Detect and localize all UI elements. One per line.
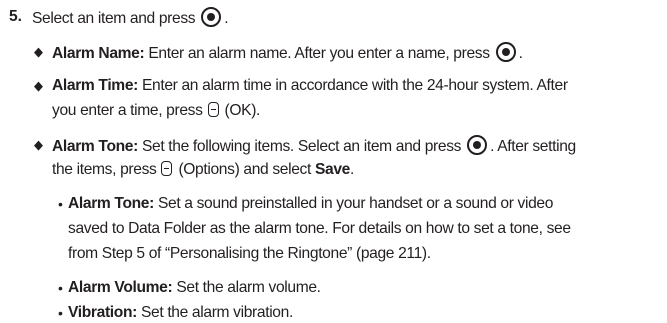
- item-text: Set the following items. Select an item …: [141, 138, 462, 155]
- item-text: (Options) and select: [178, 161, 311, 178]
- subitem-alarm-tone-line3: from Step 5 of “Personalising the Ringto…: [68, 245, 431, 262]
- manual-page: 5. Select an item and press . ◆ Alarm Na…: [0, 0, 667, 323]
- item-label: Alarm Time:: [52, 77, 138, 94]
- subitem-label: Alarm Tone:: [68, 195, 154, 212]
- diamond-bullet-icon: ◆: [34, 137, 43, 152]
- item-text: Enter an alarm name. After you enter a n…: [148, 45, 490, 62]
- subitem-alarm-tone-line2: saved to Data Folder as the alarm tone. …: [68, 220, 571, 237]
- subitem-vibration: Vibration: Set the alarm vibration.: [68, 303, 293, 323]
- sub-bullet-icon: •: [58, 305, 63, 321]
- subitem-text: Set the alarm vibration.: [140, 304, 293, 321]
- soft-key-icon: [161, 161, 173, 176]
- step-number: 5.: [9, 8, 23, 25]
- sub-bullet-icon: •: [58, 280, 63, 296]
- subitem-label: Vibration:: [68, 304, 137, 321]
- save-option-label: Save: [314, 161, 350, 178]
- item-text: you enter a time, press: [52, 102, 203, 119]
- soft-key-icon: [207, 102, 219, 117]
- item-label: Alarm Tone:: [52, 138, 138, 155]
- item-text: the items, press: [52, 161, 157, 178]
- sub-bullet-icon: •: [58, 196, 63, 212]
- subitem-alarm-volume: Alarm Volume: Set the alarm volume.: [68, 278, 321, 298]
- item-alarm-tone-line2: the items, press (Options) and select Sa…: [52, 161, 354, 178]
- subitem-label: Alarm Volume:: [68, 279, 173, 296]
- item-text: (OK).: [224, 102, 261, 119]
- subitem-text: Set a sound preinstalled in your handset…: [157, 195, 554, 212]
- subitem-alarm-tone-line1: Alarm Tone: Set a sound preinstalled in …: [68, 194, 553, 214]
- diamond-bullet-icon: ◆: [34, 78, 43, 93]
- center-select-key-icon: [201, 7, 222, 27]
- step-text: Select an item and press: [32, 10, 196, 27]
- item-text: Enter an alarm time in accordance with t…: [141, 77, 568, 94]
- item-alarm-time-line2: you enter a time, press (OK).: [52, 101, 260, 121]
- diamond-bullet-icon: ◆: [34, 44, 43, 59]
- center-select-key-icon: [495, 42, 516, 62]
- item-alarm-name: Alarm Name: Enter an alarm name. After y…: [52, 42, 523, 64]
- item-alarm-tone-line1: Alarm Tone: Set the following items. Sel…: [52, 135, 576, 157]
- step-instruction: Select an item and press .: [32, 7, 229, 29]
- item-alarm-time-line1: Alarm Time: Enter an alarm time in accor…: [52, 76, 568, 96]
- item-label: Alarm Name:: [52, 45, 145, 62]
- item-text: . After setting: [490, 138, 576, 155]
- center-select-key-icon: [467, 135, 488, 155]
- subitem-text: Set the alarm volume.: [176, 279, 321, 296]
